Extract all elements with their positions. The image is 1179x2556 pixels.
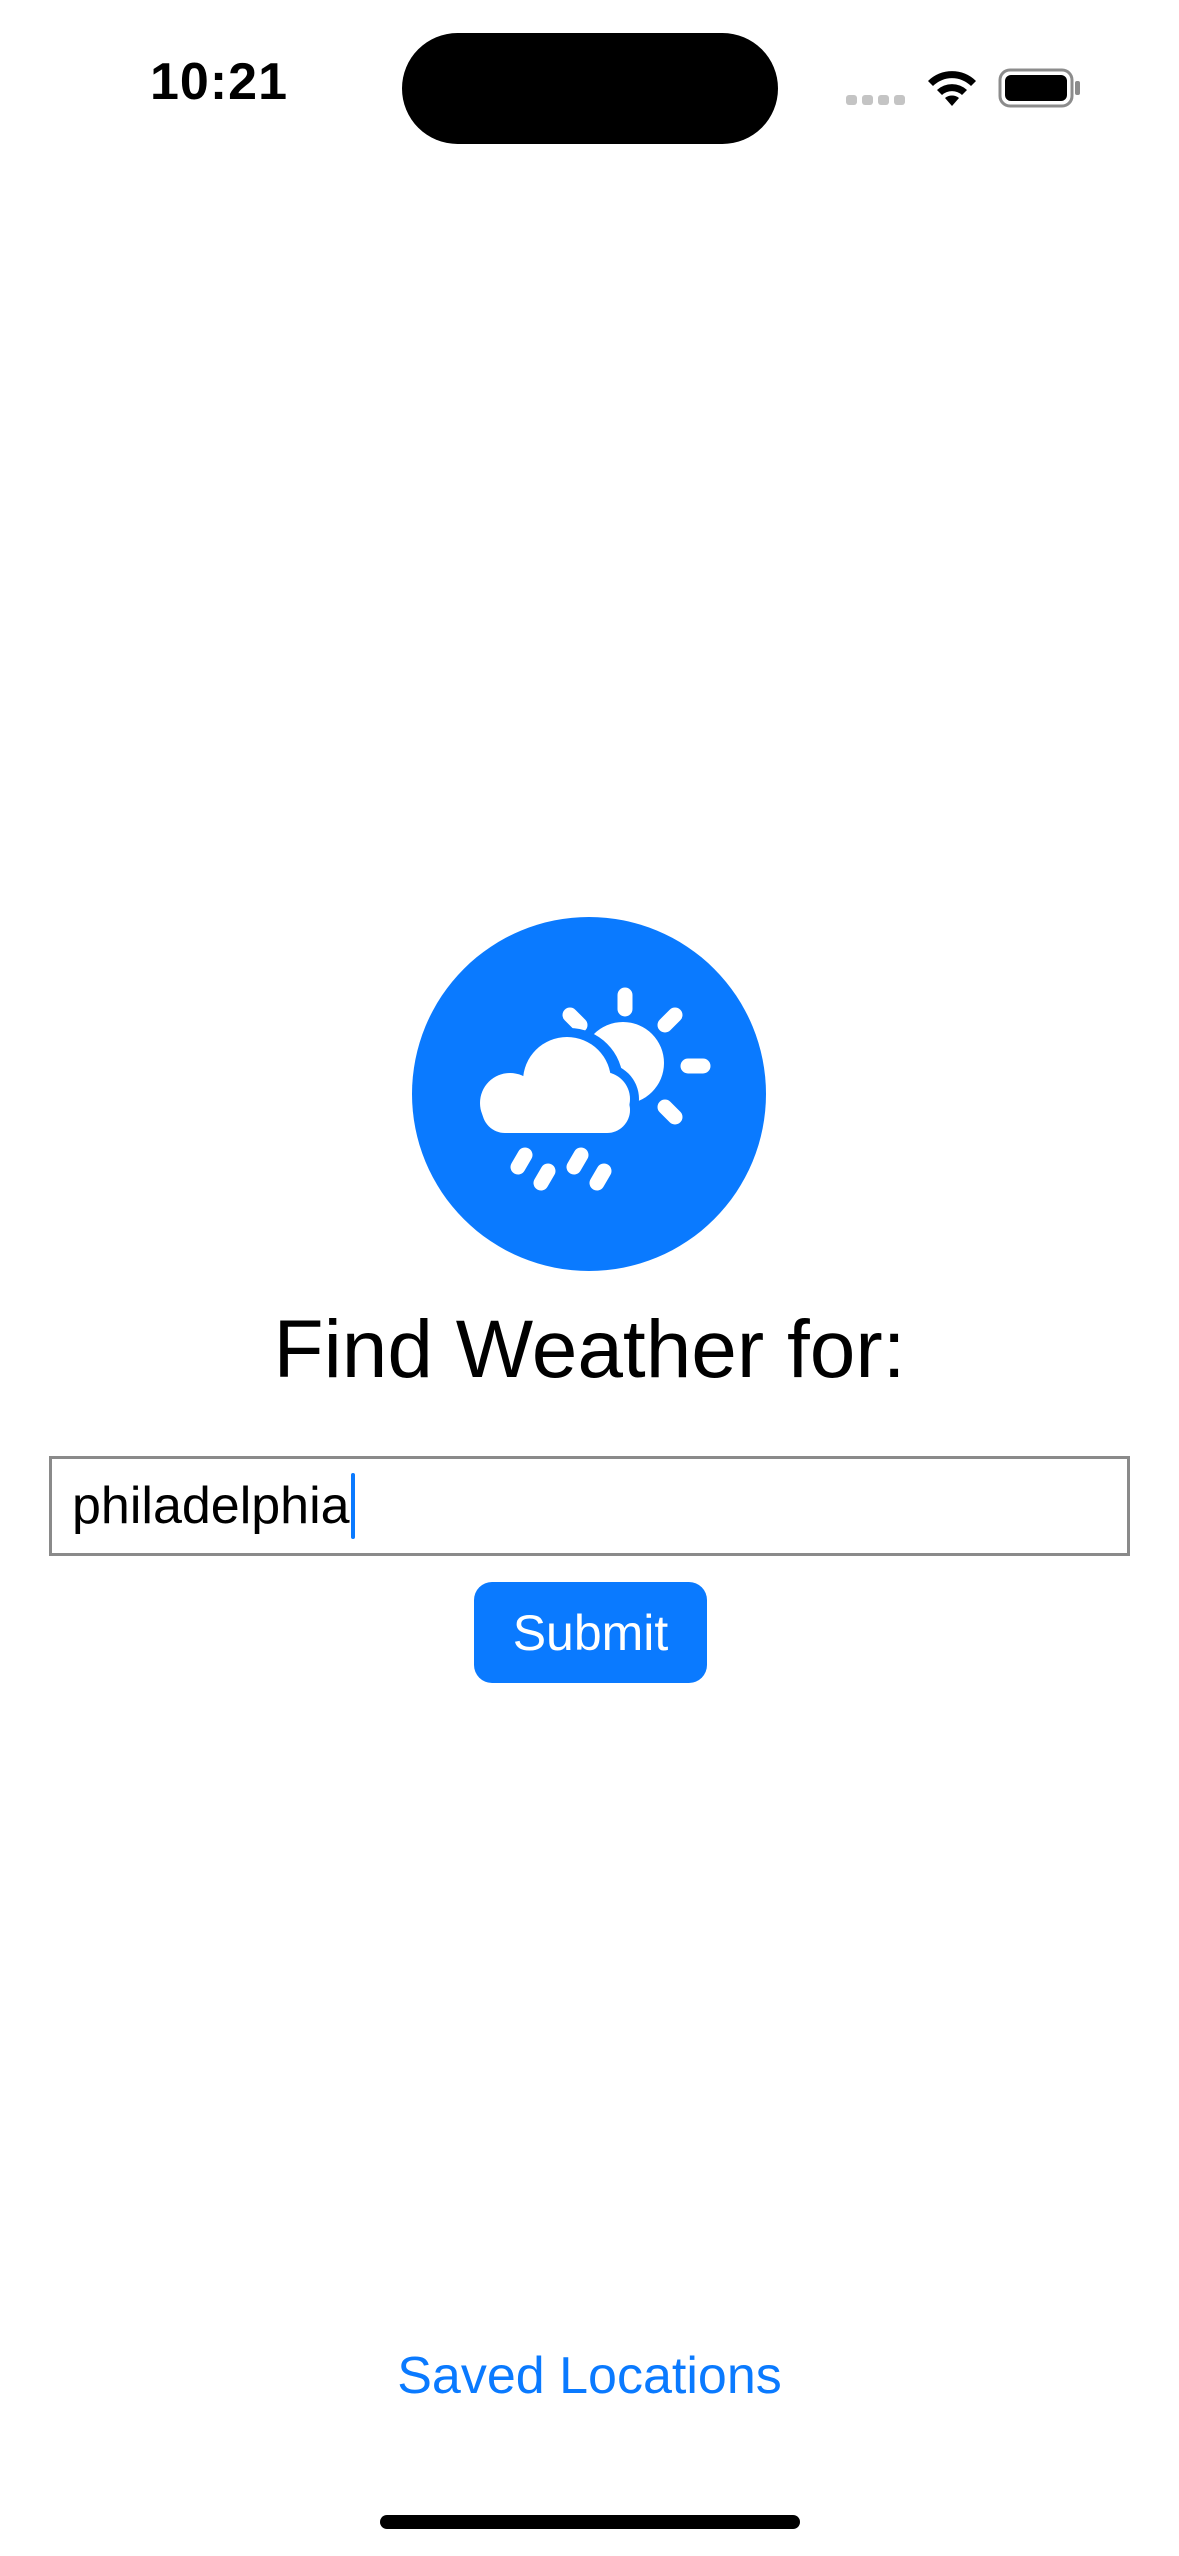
submit-button[interactable]: Submit: [474, 1582, 707, 1683]
sun-behind-rain-cloud-icon: [412, 917, 766, 1271]
cellular-signal-icon: [846, 95, 906, 105]
wifi-icon: [928, 71, 976, 106]
city-search-input[interactable]: philadelphia: [49, 1456, 1130, 1556]
saved-locations-link[interactable]: Saved Locations: [0, 2346, 1179, 2406]
text-cursor: [350, 1473, 355, 1539]
page-title: Find Weather for:: [273, 1304, 906, 1395]
search-input-value: philadelphia: [72, 1477, 350, 1535]
home-indicator[interactable]: [380, 2515, 800, 2529]
status-time: 10:21: [150, 53, 288, 111]
status-bar: 10:21: [0, 0, 1179, 170]
battery-icon: [998, 68, 1080, 108]
dynamic-island: [402, 33, 778, 144]
